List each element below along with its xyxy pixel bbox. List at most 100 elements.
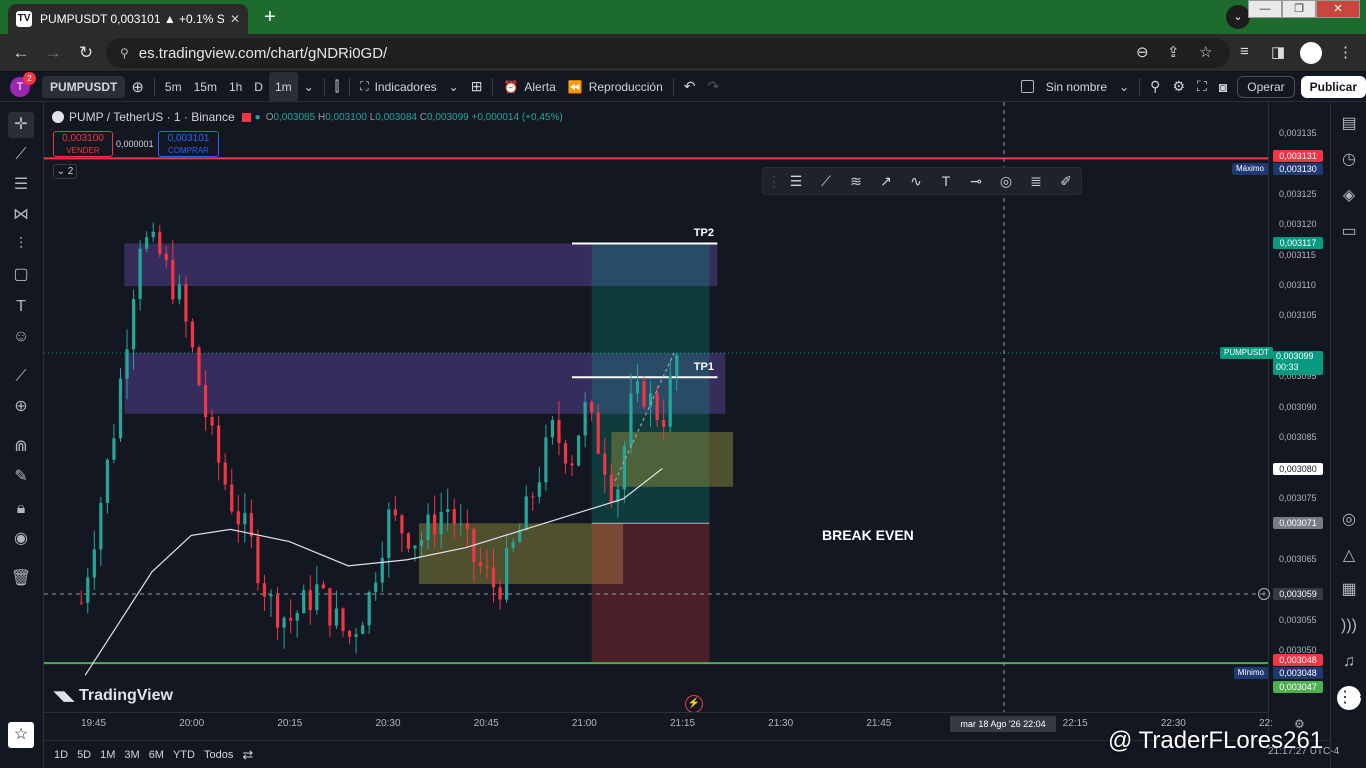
maximize-button[interactable]: ❐ xyxy=(1282,0,1316,18)
crosshair-icon[interactable]: ✛ xyxy=(8,112,34,138)
arrow-tool-icon[interactable]: ↗ xyxy=(871,173,901,190)
range-3m[interactable]: 3M xyxy=(124,749,139,761)
candle-style-icon[interactable]: ⫿ xyxy=(329,72,345,102)
trade-button[interactable]: Operar xyxy=(1237,75,1295,98)
brush-tool-icon[interactable]: ✐ xyxy=(1051,173,1081,190)
range-6m[interactable]: 6M xyxy=(149,749,164,761)
templates-grid-icon[interactable]: ⊞ xyxy=(465,72,489,102)
timeframe-1m[interactable]: 1m xyxy=(268,71,298,102)
eye-icon[interactable]: ◉ xyxy=(8,526,34,552)
candle-body xyxy=(236,511,240,525)
timeframe-d[interactable]: D xyxy=(248,72,269,102)
range-all[interactable]: Todos xyxy=(204,749,233,761)
parallel-channel-icon[interactable]: ≣ xyxy=(1021,173,1051,190)
pencil-lock-icon[interactable]: ✎ xyxy=(8,464,34,490)
reading-list-icon[interactable]: ≡ xyxy=(1240,43,1249,60)
forecast-icon[interactable]: ⫶ xyxy=(8,232,34,258)
fullscreen-icon[interactable]: ⛶ xyxy=(1191,72,1213,102)
range-1m[interactable]: 1M xyxy=(100,749,115,761)
compare-icon[interactable]: ⊕ xyxy=(125,72,150,102)
curve-tool-icon[interactable]: ∿ xyxy=(901,173,931,190)
trend-line-icon[interactable]: ⟋ xyxy=(8,142,34,168)
add-alert-plus-icon[interactable]: + xyxy=(1258,588,1270,600)
buy-button[interactable]: 0,003101 COMPRAR xyxy=(158,131,219,157)
indicators-chevron-icon[interactable]: ⌄ xyxy=(443,72,465,102)
candle-body xyxy=(485,566,489,568)
url-bar[interactable]: ⚲ es.tradingview.com/chart/gNDRi0GD/ xyxy=(106,38,1230,68)
alert-button[interactable]: ⏰ Alerta xyxy=(497,72,561,102)
ruler-icon[interactable]: ⟋ xyxy=(8,364,34,390)
pattern-icon[interactable]: ⋈ xyxy=(8,202,34,228)
chart-pane[interactable] xyxy=(44,102,1268,740)
target-icon[interactable]: ◎ xyxy=(1337,508,1361,532)
range-5d[interactable]: 5D xyxy=(77,749,91,761)
timeframe-dropdown-chevron-icon[interactable]: ⌄ xyxy=(298,72,320,102)
minimize-button[interactable]: — xyxy=(1248,0,1282,18)
timeframe-1h[interactable]: 1h xyxy=(223,72,248,102)
share-icon[interactable]: ⇪ xyxy=(1167,43,1180,61)
fib-tool-icon[interactable]: ☰ xyxy=(781,173,811,190)
new-tab-button[interactable]: + xyxy=(258,6,282,28)
browser-menu-icon[interactable]: ⋮ xyxy=(1338,43,1353,61)
quick-search-icon[interactable]: ⚲ xyxy=(1144,72,1166,102)
apps-grid-icon[interactable]: ⋮⋮ xyxy=(1337,686,1366,710)
redo-icon[interactable]: ↷ xyxy=(701,72,725,102)
symbol-title[interactable]: PUMP / TetherUS · 1 · Binance xyxy=(69,110,235,124)
line-tool-icon[interactable]: ⟋ xyxy=(811,173,841,190)
tab-close-icon[interactable]: ✕ xyxy=(230,12,240,26)
circle-tool-icon[interactable]: ◎ xyxy=(991,173,1021,190)
browser-tab[interactable]: TV PUMPUSDT 0,003101 ▲ +0.1% S ✕ xyxy=(8,4,248,34)
profile-avatar[interactable] xyxy=(1300,42,1322,64)
layout-chevron-icon[interactable]: ⌄ xyxy=(1113,72,1135,102)
timeframe-15m[interactable]: 15m xyxy=(188,72,223,102)
drag-handle-icon[interactable]: ⋮ xyxy=(767,173,781,190)
notifications-bell-icon[interactable]: ♫ xyxy=(1337,650,1361,674)
ideas-icon[interactable]: △ xyxy=(1337,544,1361,568)
replay-button[interactable]: ⏪ Reproducción xyxy=(562,72,669,102)
watchlist-icon[interactable]: ▤ xyxy=(1337,112,1361,136)
magnet-icon[interactable]: ⋒ xyxy=(8,434,34,460)
symbol-search-button[interactable]: PUMPUSDT xyxy=(42,75,126,98)
calendar-icon[interactable]: ▦ xyxy=(1337,578,1361,602)
text-tool-icon[interactable]: T xyxy=(931,173,961,189)
settings-gear-icon[interactable]: ⚙ xyxy=(1166,72,1191,102)
forward-arrow-icon[interactable]: → xyxy=(42,42,64,64)
go-to-date-icon[interactable]: ⇄ xyxy=(242,747,253,763)
range-ytd[interactable]: YTD xyxy=(173,749,195,761)
favorites-star-icon[interactable]: ☆ xyxy=(8,722,34,748)
site-info-icon[interactable]: ⚲ xyxy=(120,46,129,60)
fib-levels-icon[interactable]: ≋ xyxy=(841,173,871,190)
zoom-in-icon[interactable]: ⊕ xyxy=(8,394,34,420)
lightning-icon[interactable]: ⚡ xyxy=(685,695,703,713)
layout-button[interactable]: Sin nombre xyxy=(1015,72,1113,102)
timeframe-5m[interactable]: 5m xyxy=(159,72,188,102)
text-tool-icon[interactable]: T xyxy=(8,294,34,320)
user-avatar[interactable]: T 2 xyxy=(10,71,36,97)
layers-icon[interactable]: ◈ xyxy=(1337,184,1361,208)
indicators-button[interactable]: ⛶ Indicadores xyxy=(354,72,442,102)
fib-retracement-icon[interactable]: ☰ xyxy=(8,172,34,198)
streams-icon[interactable]: ))) xyxy=(1337,614,1361,638)
trash-icon[interactable]: 🗑︎ xyxy=(8,566,34,592)
close-value: 0,003099 xyxy=(427,111,469,123)
undo-icon[interactable]: ↶ xyxy=(678,72,702,102)
reload-icon[interactable]: ↻ xyxy=(75,42,97,64)
bookmark-star-icon[interactable]: ☆ xyxy=(1199,43,1212,61)
back-arrow-icon[interactable]: ← xyxy=(10,42,32,64)
emoji-icon[interactable]: ☺ xyxy=(8,324,34,350)
lock-icon[interactable]: 🔒︎ xyxy=(8,496,34,522)
snapshot-camera-icon[interactable]: ◙ xyxy=(1213,72,1233,102)
sell-button[interactable]: 0,003100 VENDER xyxy=(53,131,113,157)
side-panel-icon[interactable]: ◨ xyxy=(1271,43,1285,61)
close-window-button[interactable]: ✕ xyxy=(1316,0,1360,18)
tab-search-chevron-icon[interactable]: ⌄ xyxy=(1226,5,1250,29)
alerts-clock-icon[interactable]: ◷ xyxy=(1337,148,1361,172)
chat-icon[interactable]: ▭ xyxy=(1337,220,1361,244)
shapes-icon[interactable]: ▢ xyxy=(8,262,34,288)
zoom-icon[interactable]: ⊖ xyxy=(1136,43,1149,61)
range-1d[interactable]: 1D xyxy=(54,749,68,761)
indicator-collapse-button[interactable]: ⌄ 2 xyxy=(53,164,77,179)
publish-button[interactable]: Publicar xyxy=(1300,75,1366,98)
horizontal-ray-icon[interactable]: ⊸ xyxy=(961,173,991,190)
chart-canvas[interactable] xyxy=(44,102,1268,740)
